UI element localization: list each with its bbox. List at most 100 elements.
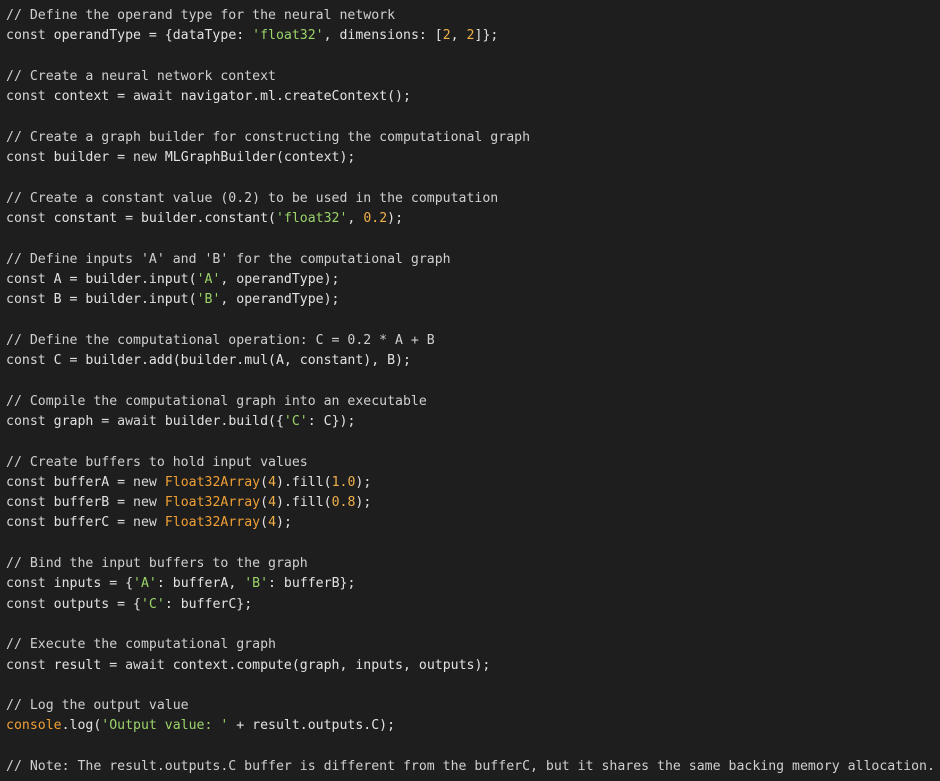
code-line: // Create a constant value (0.2) to be u…	[6, 189, 940, 209]
code-text: , operandType);	[220, 271, 340, 287]
code-text: );	[355, 495, 372, 511]
code-text: + result.outputs.C);	[228, 718, 396, 734]
code-number: 4	[268, 474, 277, 490]
code-text: );	[355, 474, 372, 490]
code-line: console.log('Output value: ' + result.ou…	[6, 716, 940, 736]
code-editor[interactable]: // Define the operand type for the neura…	[0, 0, 940, 781]
code-keyword: await	[133, 89, 173, 105]
code-string: 'A'	[133, 576, 157, 592]
code-line: // Log the output value	[6, 696, 940, 716]
code-text: inputs = {	[45, 576, 134, 592]
code-string: 'Output value: '	[101, 718, 229, 734]
code-type: Float32Array	[164, 495, 261, 511]
code-line: // Note: The result.outputs.C buffer is …	[6, 757, 940, 777]
code-text: ,	[450, 28, 467, 44]
code-text: context.compute(graph, inputs, outputs);	[164, 657, 491, 673]
code-text: outputs = {	[45, 596, 141, 612]
code-comment: // Define the computational operation: C…	[6, 332, 435, 348]
code-text: builder.build({	[156, 413, 284, 429]
code-text: : C});	[307, 413, 356, 429]
code-number: 0.8	[331, 495, 356, 511]
code-keyword: await	[125, 657, 165, 673]
code-text: MLGraphBuilder(context);	[156, 150, 356, 166]
code-text: graph =	[45, 413, 118, 429]
code-comment: // Note: The result.outputs.C buffer is …	[6, 758, 935, 774]
code-comment: // Create a graph builder for constructi…	[6, 129, 531, 145]
code-line: const context = await navigator.ml.creat…	[6, 87, 940, 107]
code-line: const operandType = {dataType: 'float32'…	[6, 26, 940, 46]
code-keyword: const	[6, 150, 46, 166]
code-line: // Bind the input buffers to the graph	[6, 554, 940, 574]
code-comment: // Create buffers to hold input values	[6, 454, 308, 470]
code-keyword: new	[133, 474, 157, 490]
code-line: const inputs = {'A': bufferA, 'B': buffe…	[6, 574, 940, 594]
code-line: // Define inputs 'A' and 'B' for the com…	[6, 250, 940, 270]
code-line: const result = await context.compute(gra…	[6, 656, 940, 676]
code-line: const bufferA = new Float32Array(4).fill…	[6, 473, 940, 493]
code-line: // Create a neural network context	[6, 67, 940, 87]
code-string: 'C'	[140, 596, 165, 612]
code-text: builder =	[45, 150, 134, 166]
code-text: , operandType);	[220, 292, 340, 308]
code-keyword: const	[6, 657, 46, 673]
code-string: 'A'	[196, 271, 221, 287]
code-comment: // Compile the computational graph into …	[6, 393, 427, 409]
code-text: result =	[45, 657, 126, 673]
code-string: 'B'	[244, 576, 269, 592]
code-number: 4	[268, 515, 277, 531]
code-line: const constant = builder.constant('float…	[6, 209, 940, 229]
code-number: 1.0	[331, 474, 356, 490]
code-text: : bufferB};	[268, 576, 356, 592]
code-text: , dimensions: [	[323, 28, 443, 44]
code-line: // Execute the computational graph	[6, 635, 940, 655]
code-text: (	[260, 474, 269, 490]
code-text: );	[276, 515, 292, 531]
code-line: const graph = await builder.build({'C': …	[6, 412, 940, 432]
code-keyword: const	[6, 28, 46, 44]
code-number: 4	[268, 495, 277, 511]
code-string: 'float32'	[275, 210, 348, 226]
code-comment: // Create a constant value (0.2) to be u…	[6, 190, 499, 206]
code-text: context =	[45, 89, 134, 105]
code-text: ]};	[474, 28, 499, 44]
code-string: 'C'	[283, 413, 308, 429]
code-text: bufferA =	[45, 474, 134, 490]
code-text: bufferC =	[45, 515, 134, 531]
code-text: ).fill(	[276, 495, 332, 511]
code-line: // Define the operand type for the neura…	[6, 6, 940, 26]
code-keyword: const	[6, 515, 46, 531]
code-line: const A = builder.input('A', operandType…	[6, 270, 940, 290]
code-text: C = builder.add(builder.mul(A, constant)…	[45, 353, 411, 369]
code-keyword: const	[6, 89, 46, 105]
code-keyword: const	[6, 413, 46, 429]
code-comment: // Create a neural network context	[6, 68, 276, 84]
code-comment: // Log the output value	[6, 698, 189, 714]
code-line: const bufferB = new Float32Array(4).fill…	[6, 493, 940, 513]
code-type: Float32Array	[164, 474, 261, 490]
code-keyword: const	[6, 292, 46, 308]
code-string: 'float32'	[252, 28, 324, 44]
code-keyword: const	[6, 596, 46, 612]
code-text: bufferB =	[45, 495, 134, 511]
code-number: 2	[466, 28, 475, 44]
code-text: operandType = {dataType:	[45, 28, 253, 44]
code-comment: // Bind the input buffers to the graph	[6, 556, 308, 572]
code-line: const builder = new MLGraphBuilder(conte…	[6, 148, 940, 168]
code-keyword: const	[6, 271, 46, 287]
code-keyword: const	[6, 576, 46, 592]
code-line: const C = builder.add(builder.mul(A, con…	[6, 351, 940, 371]
code-text: ).fill(	[276, 474, 332, 490]
code-number: 0.2	[363, 210, 388, 226]
